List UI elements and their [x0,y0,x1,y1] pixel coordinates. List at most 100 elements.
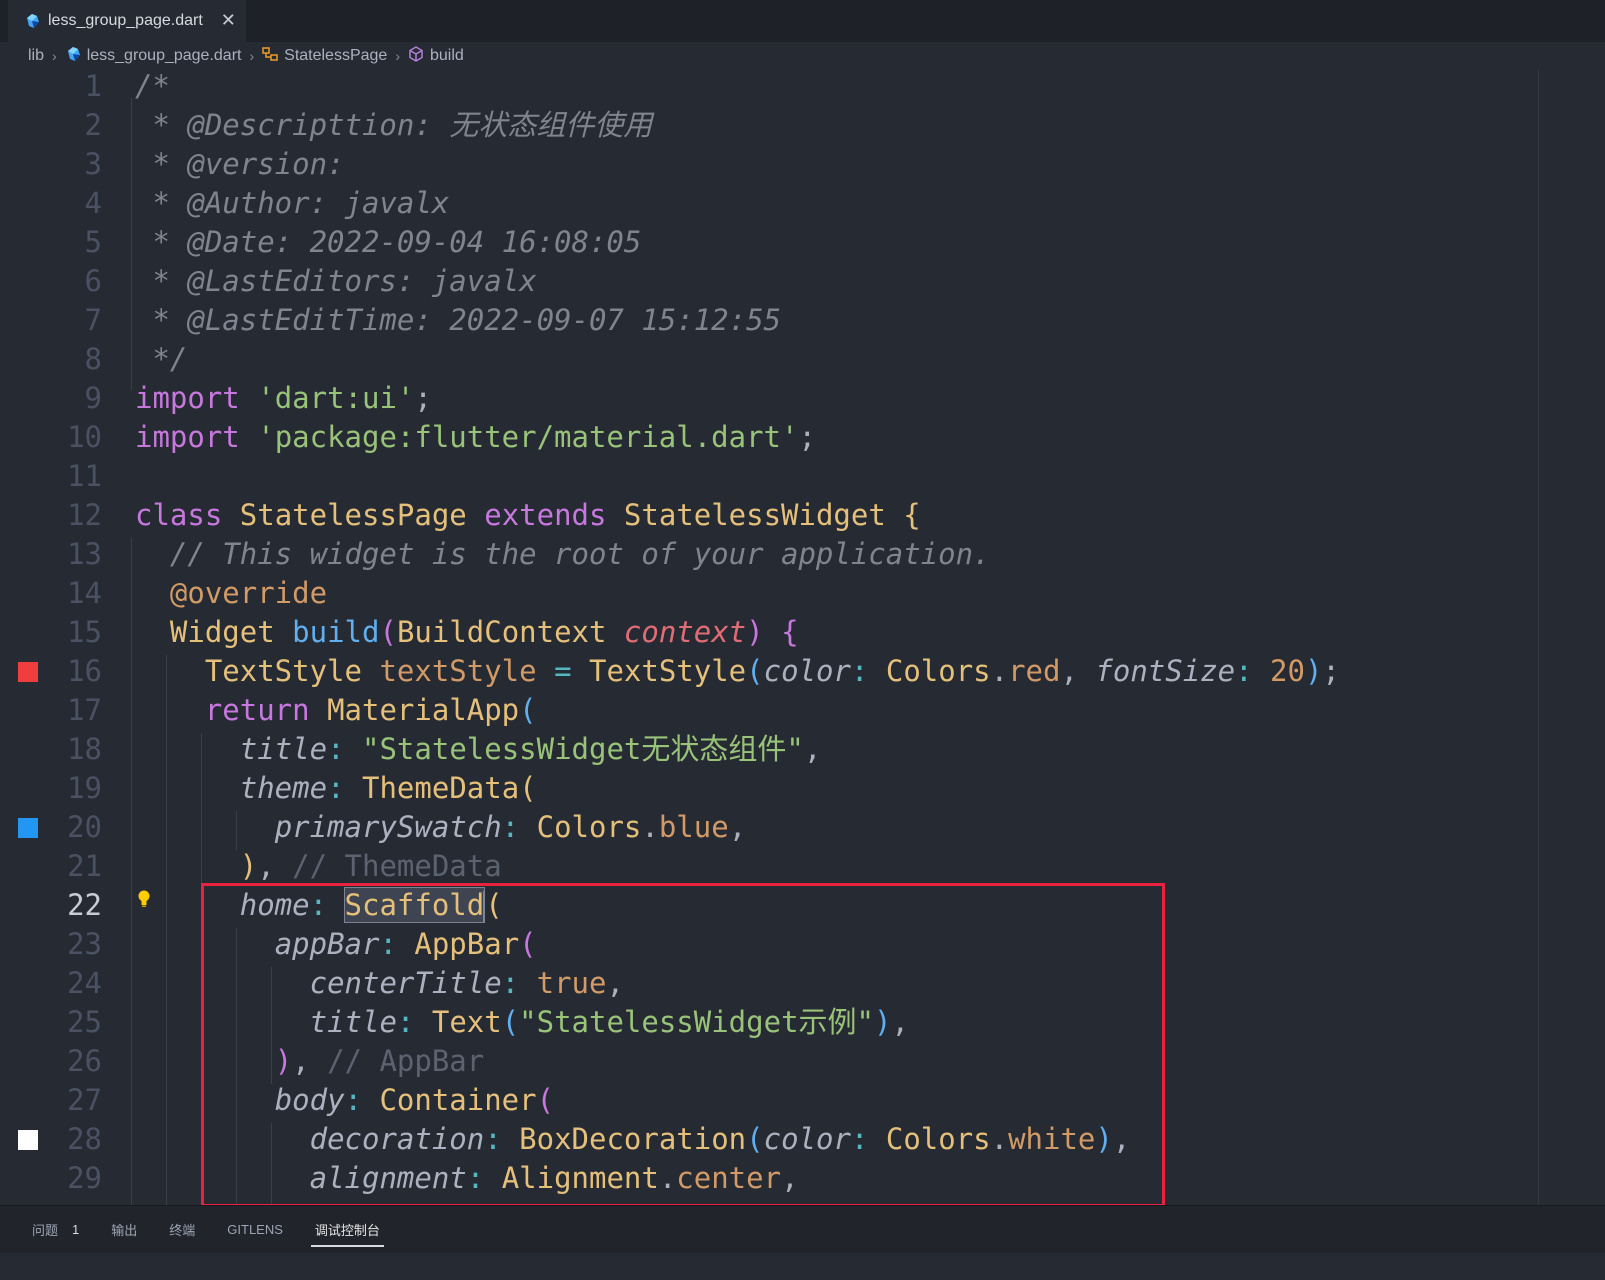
code-text: */ [135,342,188,376]
code-line: 18 title: "StatelessWidget无状态组件", [0,729,1570,769]
code-text: import 'package:flutter/material.dart'; [135,420,816,454]
color-swatch-red[interactable] [18,662,38,682]
tab-problems[interactable]: 问题 1 [16,1206,95,1253]
code-text: Widget build(BuildContext context) { [169,615,799,649]
code-line: 3 * @version: [0,144,1570,184]
code-line: 7 * @LastEditTime: 2022-09-07 15:12:55 [0,300,1570,340]
breadcrumb-folder[interactable]: lib [28,47,44,65]
code-line: 10 import 'package:flutter/material.dart… [0,417,1570,457]
tab-label: 输出 [111,1223,138,1238]
dart-file-icon [65,46,81,67]
tab-debug-console[interactable]: 调试控制台 [299,1206,396,1253]
line-number: 11 [67,459,102,493]
code-line: 1 /* [0,66,1570,106]
code-line: 8 */ [0,339,1570,379]
code-line: 23 appBar: AppBar( [0,924,1570,964]
code-line: 2 * @Descripttion: 无状态组件使用 [0,105,1570,145]
code-text: * @LastEditors: javalx [135,264,537,298]
line-number: 12 [67,498,102,532]
code-text: body: Container( [274,1083,555,1117]
method-symbol-icon [408,45,424,67]
code-text: appBar: AppBar( [274,927,537,961]
code-text: centerTitle: true, [309,966,624,1000]
line-number: 17 [67,693,102,727]
editor-tab-bar: less_group_page.dart ✕ [0,0,1605,42]
code-line: 17 return MaterialApp( [0,690,1570,730]
code-line: 6 * @LastEditors: javalx [0,261,1570,301]
code-text: primarySwatch: Colors.blue, [274,810,747,844]
line-number: 24 [67,966,102,1000]
tab-label: 调试控制台 [314,1223,380,1238]
code-line: 20 primarySwatch: Colors.blue, [0,807,1570,847]
code-line: 5 * @Date: 2022-09-04 16:08:05 [0,222,1570,262]
code-text: @override [169,576,328,610]
code-text: title: Text("StatelessWidget示例"), [309,1005,909,1039]
line-number: 21 [67,849,102,883]
line-number: 3 [84,147,102,181]
code-line: 14 @override [0,573,1570,613]
close-icon[interactable]: ✕ [221,10,236,31]
code-text: home: Scaffold( [239,887,503,923]
tab-less-group-page[interactable]: less_group_page.dart ✕ [8,0,246,42]
tab-terminal[interactable]: 终端 [153,1206,211,1253]
line-number: 1 [84,69,102,103]
line-number: 13 [67,537,102,571]
panel-tab-bar: 问题 1 输出 终端 GITLENS 调试控制台 [0,1205,1605,1253]
breadcrumb-file[interactable]: less_group_page.dart [87,47,242,65]
line-number: 26 [67,1044,102,1078]
line-number: 15 [67,615,102,649]
code-text: * @Author: javalx [135,186,450,220]
code-line: 28 decoration: BoxDecoration(color: Colo… [0,1119,1570,1159]
code-text: class StatelessPage extends StatelessWid… [135,498,921,532]
editor-ruler [1538,70,1539,1205]
code-line: 12 class StatelessPage extends Stateless… [0,495,1570,535]
code-text: ), // AppBar [274,1044,485,1078]
code-line: 4 * @Author: javalx [0,183,1570,223]
code-text: * @LastEditTime: 2022-09-07 15:12:55 [135,303,782,337]
line-number: 18 [67,732,102,766]
tab-filename: less_group_page.dart [48,11,203,29]
line-number: 4 [84,186,102,220]
code-line: 21 ), // ThemeData [0,846,1570,886]
code-text: import 'dart:ui'; [135,381,432,415]
line-number: 22 [67,888,102,922]
code-line: 24 centerTitle: true, [0,963,1570,1003]
line-number: 23 [67,927,102,961]
line-number: 29 [67,1161,102,1195]
dart-file-icon [24,13,40,29]
line-number: 9 [84,381,102,415]
line-number: 8 [84,342,102,376]
color-swatch-white[interactable] [18,1130,38,1150]
code-line: 11 [0,456,1570,496]
code-text: theme: ThemeData( [239,771,537,805]
line-number: 20 [67,810,102,844]
code-text: * @Date: 2022-09-04 16:08:05 [135,225,642,259]
color-swatch-blue[interactable] [18,818,38,838]
code-text: * @Descripttion: 无状态组件使用 [135,108,653,142]
line-number: 19 [67,771,102,805]
code-text: // This widget is the root of your appli… [169,537,991,571]
tab-gitlens[interactable]: GITLENS [211,1206,299,1253]
code-line: 27 body: Container( [0,1080,1570,1120]
line-number: 27 [67,1083,102,1117]
tab-label: GITLENS [227,1222,283,1237]
selected-word: Scaffold [343,887,486,923]
tab-output[interactable]: 输出 [95,1206,153,1253]
line-number: 16 [67,654,102,688]
code-editor[interactable]: 1 /* 2 * @Descripttion: 无状态组件使用 3 * @ver… [0,69,1605,1235]
line-number: 2 [84,108,102,142]
code-text: /* [135,69,170,103]
code-line: 26 ), // AppBar [0,1041,1570,1081]
breadcrumb-method[interactable]: build [430,47,464,65]
code-line: 25 title: Text("StatelessWidget示例"), [0,1002,1570,1042]
code-text: decoration: BoxDecoration(color: Colors.… [309,1122,1131,1156]
breadcrumb-class[interactable]: StatelessPage [284,47,387,65]
code-text: title: "StatelessWidget无状态组件", [239,732,822,766]
code-line: 16 TextStyle textStyle = TextStyle(color… [0,651,1570,691]
code-text: TextStyle textStyle = TextStyle(color: C… [204,654,1340,688]
code-line: 29 alignment: Alignment.center, [0,1158,1570,1198]
line-number: 28 [67,1122,102,1156]
chevron-right-icon: › [395,48,400,64]
chevron-right-icon: › [249,48,255,64]
code-text: ), // ThemeData [239,849,502,883]
